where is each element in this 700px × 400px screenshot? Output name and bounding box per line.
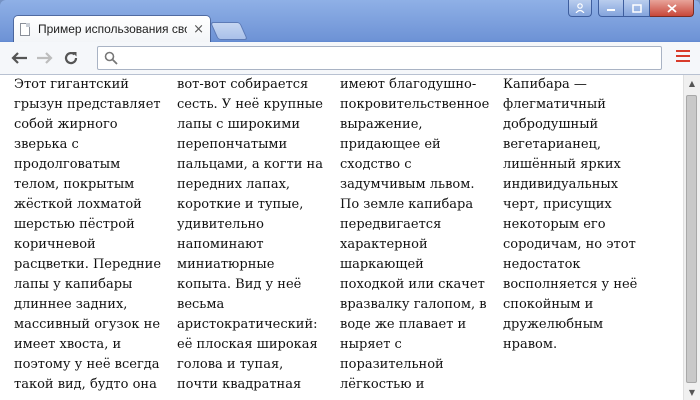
reload-icon [64, 51, 78, 65]
browser-toolbar [0, 42, 700, 75]
user-icon [575, 3, 585, 13]
maximize-icon [631, 3, 642, 13]
page-favicon-icon [20, 22, 30, 36]
tab-close-icon[interactable]: × [193, 23, 204, 36]
scroll-up-button[interactable]: ▲ [684, 75, 700, 91]
page-content: Этот гигантский грызун представляет собо… [0, 75, 700, 400]
new-tab-button[interactable] [209, 22, 249, 40]
search-icon [104, 51, 118, 65]
text-column-3: имеют благодушно-покровительственное выр… [340, 77, 490, 400]
back-button[interactable] [8, 48, 30, 68]
hamburger-menu-icon [676, 50, 690, 52]
tab-title: Пример использования сво [37, 22, 188, 36]
close-icon [666, 3, 677, 13]
hamburger-menu-icon-line [676, 55, 690, 57]
forward-button[interactable] [34, 48, 56, 68]
browser-window: Пример использования сво × Этот гигантск… [0, 0, 700, 400]
scroll-down-button[interactable]: ▼ [684, 384, 700, 400]
text-column-1: Этот гигантский грызун представляет собо… [14, 77, 162, 392]
text-column-2: вот-вот собирается сесть. У неё крупные … [177, 77, 323, 400]
text-column-4: Капибара — флегматичный добродушный веге… [503, 77, 638, 352]
minimize-icon [607, 9, 615, 11]
arrow-right-icon [37, 52, 53, 64]
maximize-button[interactable] [624, 0, 650, 17]
scrollbar-thumb[interactable] [686, 95, 697, 383]
close-window-button[interactable] [650, 0, 694, 17]
window-controls [568, 0, 694, 18]
minimize-button[interactable] [598, 0, 624, 17]
address-bar[interactable] [97, 46, 662, 70]
vertical-scrollbar[interactable]: ▲ ▼ [683, 75, 700, 400]
arrow-left-icon [11, 52, 27, 64]
hamburger-menu-icon-line [676, 60, 690, 62]
reload-button[interactable] [60, 48, 82, 68]
browser-tab[interactable]: Пример использования сво × [14, 16, 210, 42]
multi-column-text: Этот гигантский грызун представляет собо… [14, 75, 666, 400]
user-profile-button[interactable] [568, 0, 592, 17]
browser-menu-button[interactable] [676, 50, 690, 64]
